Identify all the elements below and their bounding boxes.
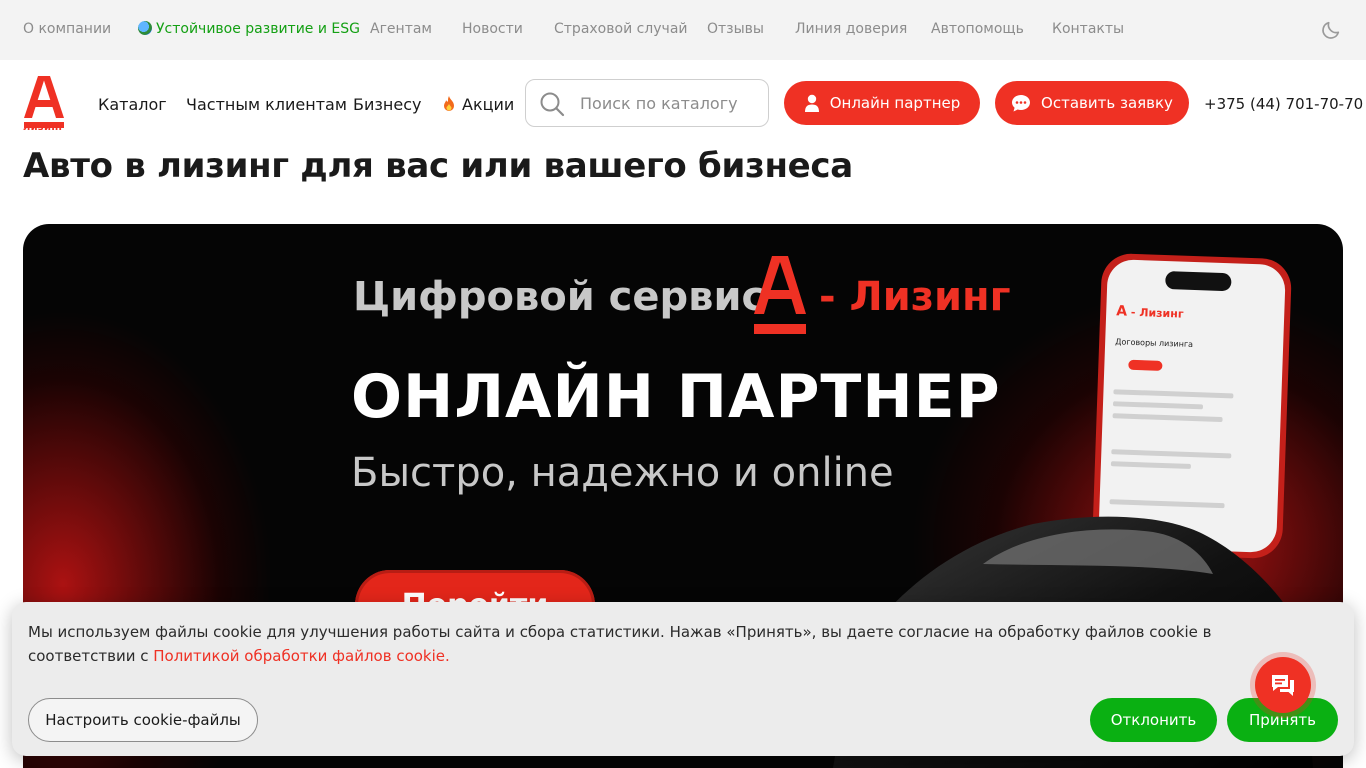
nav-promotions-label: Акции xyxy=(462,95,515,114)
phone-number[interactable]: +375 (44) 701-70-70 xyxy=(1204,95,1363,113)
cookie-policy-link[interactable]: Политикой обработки файлов cookie xyxy=(153,647,445,665)
cookie-settings-button[interactable]: Настроить cookie-файлы xyxy=(28,698,258,742)
top-utility-bar: О компании Устойчивое развитие и ESG Аге… xyxy=(0,0,1366,60)
chat-bubble-icon xyxy=(1012,95,1031,112)
banner-line-digital-service: Цифровой сервис xyxy=(353,274,766,320)
cookie-text-end: . xyxy=(445,647,450,665)
nav-private-clients[interactable]: Частным клиентам xyxy=(186,95,347,114)
banner-brand-text: - Лизинг xyxy=(819,274,1011,320)
leave-request-label: Оставить заявку xyxy=(1041,94,1173,112)
user-icon xyxy=(804,94,819,112)
leave-request-button[interactable]: Оставить заявку xyxy=(995,81,1189,125)
phone-screen-heading: Договоры лизинга xyxy=(1115,337,1194,349)
phone-screen-chip xyxy=(1128,359,1163,371)
moon-icon[interactable] xyxy=(1320,19,1342,41)
phone-screen-brand-label: - Лизинг xyxy=(1130,305,1184,321)
logo-caption: лизинг xyxy=(23,122,65,133)
search-input[interactable] xyxy=(580,90,760,116)
topbar-link-insurance[interactable]: Страховой случай xyxy=(554,21,688,37)
phone-notch xyxy=(1165,270,1232,292)
chat-fab-inner xyxy=(1255,657,1311,713)
chat-fab-button[interactable] xyxy=(1250,652,1316,718)
search-icon xyxy=(540,92,565,117)
phone-screen-row xyxy=(1110,461,1191,469)
online-partner-button[interactable]: Онлайн партнер xyxy=(784,81,980,125)
topbar-link-reviews[interactable]: Отзывы xyxy=(707,21,764,37)
topbar-link-autohelp[interactable]: Автопомощь xyxy=(931,21,1024,37)
main-header: лизинг Каталог Частным клиентам Бизнесу … xyxy=(0,60,1366,148)
nav-business[interactable]: Бизнесу xyxy=(353,95,421,114)
topbar-link-trust-line[interactable]: Линия доверия xyxy=(795,21,907,37)
page-title: Авто в лизинг для вас или вашего бизнеса xyxy=(23,146,853,186)
globe-icon xyxy=(138,21,152,35)
nav-promotions[interactable]: Акции xyxy=(442,95,514,114)
topbar-link-about[interactable]: О компании xyxy=(23,21,111,37)
phone-screen-row xyxy=(1111,449,1232,459)
banner-logo-icon xyxy=(754,256,806,334)
phone-screen-brand: А - Лизинг xyxy=(1115,303,1184,321)
phone-screen-row xyxy=(1112,401,1204,410)
catalog-search[interactable] xyxy=(525,79,769,127)
topbar-link-contacts[interactable]: Контакты xyxy=(1052,21,1124,37)
topbar-link-esg[interactable]: Устойчивое развитие и ESG xyxy=(138,21,360,37)
cookie-decline-button[interactable]: Отклонить xyxy=(1090,698,1217,742)
banner-subline: Быстро, надежно и online xyxy=(351,450,894,496)
fire-icon xyxy=(444,96,454,111)
topbar-link-agents[interactable]: Агентам xyxy=(370,21,432,37)
chat-icon xyxy=(1272,675,1294,696)
online-partner-label: Онлайн партнер xyxy=(829,94,961,112)
phone-screen-row xyxy=(1112,413,1223,423)
topbar-link-news[interactable]: Новости xyxy=(462,21,523,37)
cookie-consent-panel: Мы используем файлы cookie для улучшения… xyxy=(12,602,1354,756)
phone-screen-row xyxy=(1113,389,1234,399)
nav-catalog[interactable]: Каталог xyxy=(98,95,167,114)
topbar-link-esg-label: Устойчивое развитие и ESG xyxy=(156,21,361,37)
banner-headline: ОНЛАЙН ПАРТНЕР xyxy=(351,362,1001,432)
cookie-consent-text: Мы используем файлы cookie для улучшения… xyxy=(28,620,1318,668)
